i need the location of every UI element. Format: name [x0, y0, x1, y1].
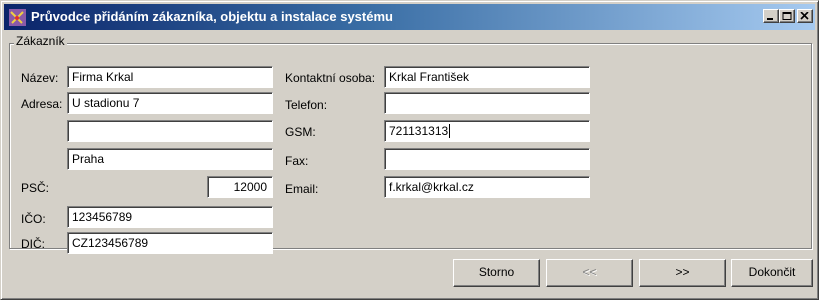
title-bar[interactable]: Průvodce přidáním zákazníka, objektu a i… [4, 4, 815, 30]
kontakt-label: Kontaktní osoba: [285, 71, 376, 85]
city-field[interactable]: Praha [67, 148, 273, 170]
storno-button[interactable]: Storno [453, 259, 540, 287]
fax-field[interactable] [384, 148, 590, 170]
telefon-label: Telefon: [285, 98, 328, 112]
maximize-icon [782, 12, 792, 20]
next-button[interactable]: >> [639, 259, 726, 287]
fax-label: Fax: [285, 154, 309, 168]
gsm-field[interactable]: 721131313 [384, 120, 590, 142]
app-icon[interactable] [9, 9, 26, 26]
adresa-line2-field[interactable] [67, 120, 273, 142]
nazev-label: Název: [21, 71, 59, 85]
kontakt-field[interactable]: Krkal František [384, 66, 590, 88]
ico-label: IČO: [21, 212, 46, 226]
dic-field[interactable]: CZ123456789 [67, 232, 273, 254]
adresa-label: Adresa: [21, 97, 63, 111]
maximize-button[interactable] [779, 9, 795, 23]
nazev-field[interactable]: Firma Krkal [67, 66, 273, 88]
ico-field[interactable]: 123456789 [67, 206, 273, 228]
dic-label: DIČ: [21, 237, 45, 251]
gsm-label: GSM: [285, 125, 316, 139]
psc-field[interactable]: 12000 [207, 176, 273, 198]
minimize-button[interactable] [763, 9, 779, 23]
email-field[interactable]: f.krkal@krkal.cz [384, 176, 590, 198]
psc-label: PSČ: [21, 181, 50, 195]
telefon-field[interactable] [384, 92, 590, 114]
wizard-window: Průvodce přidáním zákazníka, objektu a i… [0, 0, 819, 300]
customer-group-label: Zákazník [14, 34, 67, 48]
minimize-icon [767, 18, 773, 20]
adresa-line1-field[interactable]: U stadionu 7 [67, 92, 273, 114]
gsm-value: 721131313 [389, 124, 449, 138]
text-caret [449, 124, 451, 138]
window-title: Průvodce přidáním zákazníka, objektu a i… [31, 9, 393, 24]
back-button[interactable]: << [546, 259, 633, 287]
email-label: Email: [285, 182, 319, 196]
finish-button[interactable]: Dokončit [731, 259, 813, 287]
close-icon [800, 12, 809, 20]
close-button[interactable] [797, 9, 813, 23]
